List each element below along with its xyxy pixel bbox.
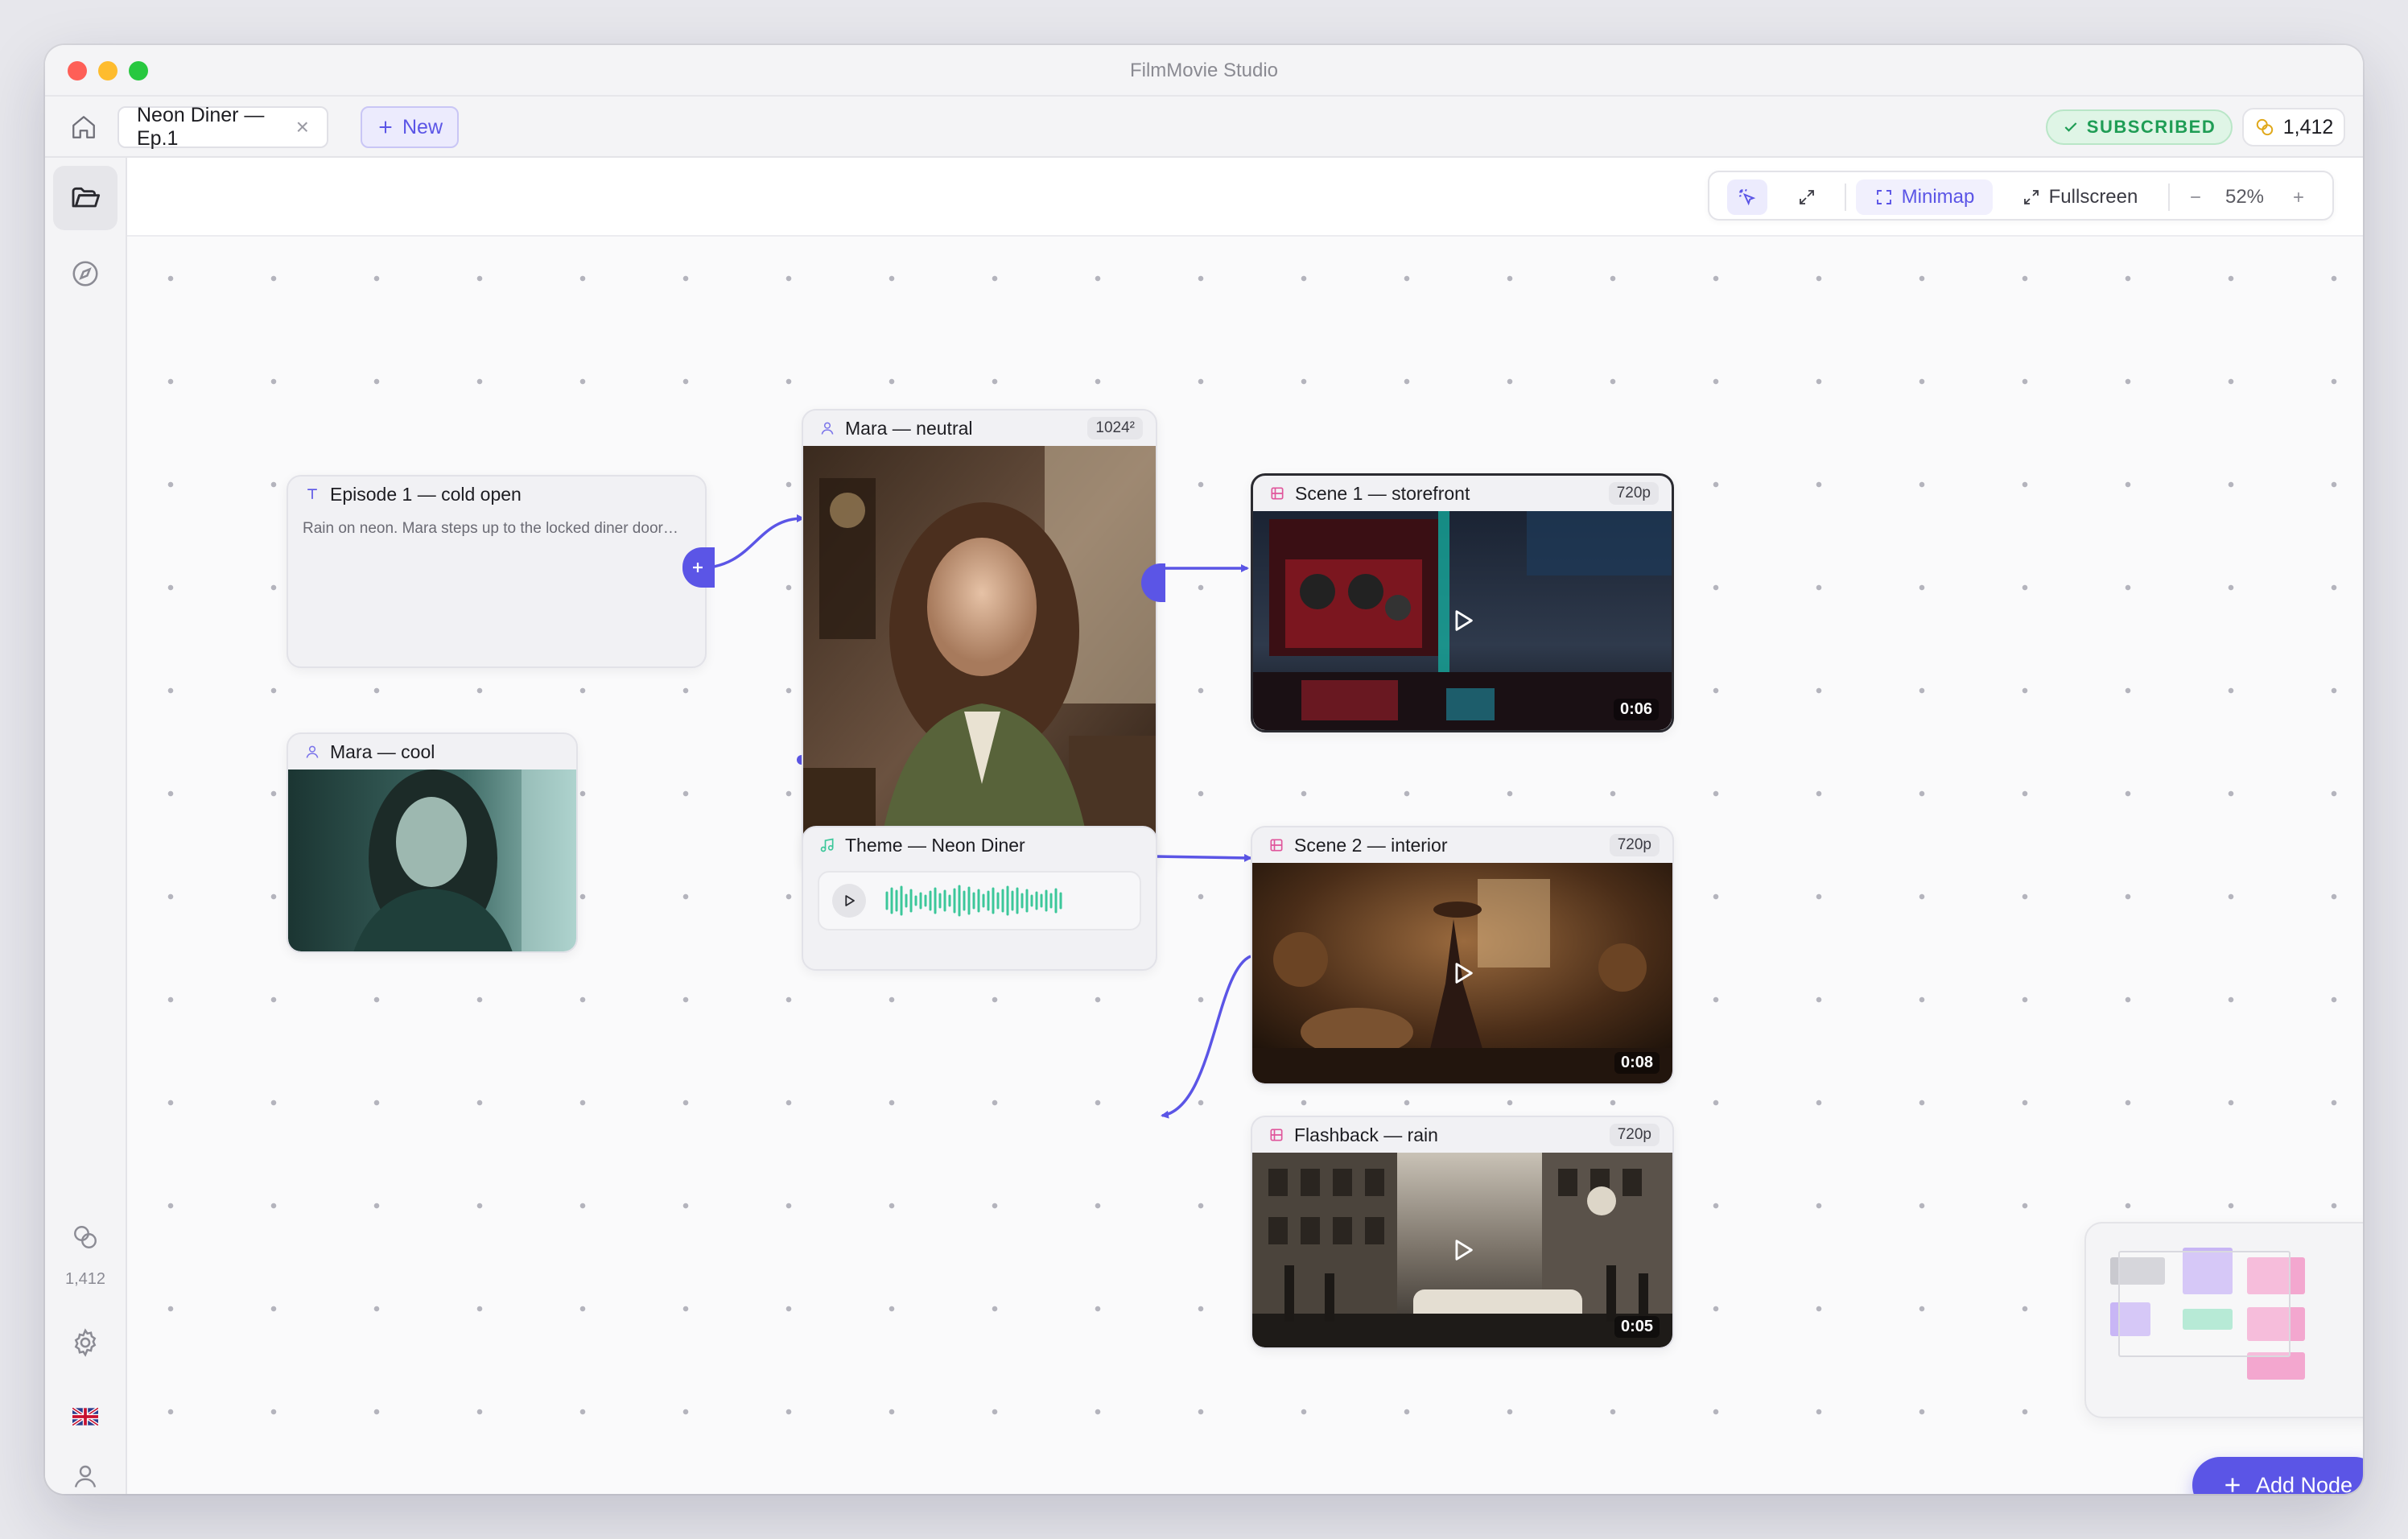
film-icon bbox=[1271, 487, 1284, 500]
node-flashback-video[interactable]: Flashback — rain 720p 0:05 bbox=[1251, 1116, 1674, 1349]
node-title: Flashback — rain bbox=[1294, 1124, 1438, 1145]
coins-icon bbox=[2256, 118, 2273, 136]
folder-open-icon bbox=[72, 187, 101, 208]
resolution-badge: 720p bbox=[1609, 834, 1660, 856]
coins-icon bbox=[74, 1226, 97, 1248]
node-title: Theme — Neon Diner bbox=[845, 834, 1025, 856]
waveform bbox=[885, 885, 1062, 917]
audio-play-button[interactable] bbox=[832, 884, 866, 918]
subscription-label: SUBSCRIBED bbox=[2086, 117, 2216, 137]
tab-project[interactable]: Neon Diner — Ep.1 × bbox=[118, 104, 328, 150]
music-note-icon bbox=[820, 838, 834, 852]
film-icon bbox=[1270, 1128, 1283, 1141]
tab-bar: Neon Diner — Ep.1 × New SUBSCRIBED 1,412 bbox=[45, 97, 2363, 158]
sidebar-item-explore[interactable] bbox=[53, 241, 118, 306]
character-image bbox=[288, 770, 576, 951]
video-duration: 0:06 bbox=[1613, 699, 1659, 720]
node-episode-text[interactable]: Episode 1 — cold open Rain on neon. Mara… bbox=[287, 475, 707, 668]
check-icon bbox=[2064, 122, 2077, 132]
close-tab-icon[interactable]: × bbox=[296, 114, 309, 140]
canvas-area: Minimap Fullscreen 52% Episode 1 — cold … bbox=[127, 158, 2363, 1494]
audio-player bbox=[818, 871, 1141, 930]
resolution-badge: 720p bbox=[1608, 482, 1659, 505]
play-overlay-icon[interactable] bbox=[1449, 1236, 1476, 1264]
tab-label: Neon Diner — Ep.1 bbox=[137, 104, 265, 150]
node-theme-audio[interactable]: Theme — Neon Diner bbox=[802, 826, 1157, 971]
node-title: Episode 1 — cold open bbox=[330, 483, 522, 505]
add-node-button[interactable]: Add Node bbox=[2192, 1457, 2363, 1494]
edge-scene2-to-flashback bbox=[1161, 955, 1251, 1119]
film-icon bbox=[1270, 839, 1283, 852]
sidebar-item-account[interactable] bbox=[53, 1459, 118, 1494]
node-scene2-video[interactable]: Scene 2 — interior 720p 0:08 bbox=[1251, 826, 1674, 1085]
node-mara-neutral[interactable]: Mara — neutral 1024² bbox=[802, 409, 1157, 873]
person-icon bbox=[306, 745, 319, 758]
sidebar-item-language[interactable] bbox=[53, 1384, 118, 1449]
text-type-icon bbox=[307, 489, 317, 499]
app-window: FilmMovie Studio Neon Diner — Ep.1 × New… bbox=[45, 45, 2363, 1494]
video-thumbnail[interactable]: 0:08 bbox=[1252, 863, 1672, 1083]
node-title: Mara — neutral bbox=[845, 417, 973, 439]
uk-flag-icon bbox=[72, 1408, 98, 1426]
user-icon bbox=[74, 1465, 97, 1487]
edge-theme-to-scene2 bbox=[1155, 853, 1252, 862]
credits-value: 1,412 bbox=[2282, 115, 2334, 138]
compass-icon bbox=[72, 261, 98, 287]
add-node-label: Add Node bbox=[2255, 1472, 2353, 1495]
home-icon bbox=[72, 116, 95, 138]
person-icon bbox=[821, 422, 834, 435]
title-bar: FilmMovie Studio bbox=[45, 45, 2363, 97]
video-thumbnail[interactable]: 0:06 bbox=[1253, 511, 1672, 730]
sidebar-credits-button[interactable] bbox=[53, 1217, 118, 1257]
node-title: Scene 1 — storefront bbox=[1295, 482, 1470, 504]
gear-icon bbox=[74, 1328, 97, 1357]
window-title: FilmMovie Studio bbox=[1129, 60, 1279, 81]
node-title: Mara — cool bbox=[330, 741, 435, 762]
sidebar-item-settings[interactable] bbox=[53, 1310, 118, 1375]
home-button[interactable] bbox=[64, 108, 103, 146]
video-thumbnail[interactable]: 0:05 bbox=[1252, 1153, 1672, 1347]
new-tab-label: New bbox=[402, 115, 443, 138]
sidebar: 1,412 bbox=[45, 158, 127, 1494]
minimap-viewport[interactable] bbox=[2118, 1251, 2290, 1357]
node-title: Scene 2 — interior bbox=[1294, 834, 1448, 856]
video-duration: 0:08 bbox=[1614, 1052, 1660, 1074]
subscription-badge: SUBSCRIBED bbox=[2046, 109, 2233, 145]
node-scene1-video[interactable]: Scene 1 — storefront 720p 0:06 bbox=[1251, 473, 1674, 732]
plus-icon bbox=[2225, 1478, 2240, 1492]
minimap[interactable] bbox=[2084, 1222, 2363, 1418]
play-overlay-icon[interactable] bbox=[1449, 607, 1476, 634]
output-port[interactable] bbox=[682, 547, 715, 588]
sidebar-credits-value: 1,412 bbox=[64, 1270, 106, 1288]
resolution-badge: 720p bbox=[1609, 1124, 1660, 1146]
credits-counter[interactable]: 1,412 bbox=[2242, 108, 2345, 146]
node-body-text: Rain on neon. Mara steps up to the locke… bbox=[303, 520, 678, 537]
plus-icon bbox=[693, 563, 703, 572]
play-icon bbox=[845, 895, 855, 906]
video-duration: 0:05 bbox=[1614, 1316, 1660, 1338]
sidebar-item-projects[interactable] bbox=[53, 166, 118, 230]
node-mara-cool[interactable]: Mara — cool bbox=[287, 732, 578, 953]
resolution-badge: 1024² bbox=[1087, 417, 1143, 439]
play-overlay-icon[interactable] bbox=[1449, 959, 1476, 987]
character-image bbox=[803, 446, 1156, 871]
plus-icon bbox=[379, 121, 392, 134]
new-tab-button[interactable]: New bbox=[361, 106, 459, 148]
